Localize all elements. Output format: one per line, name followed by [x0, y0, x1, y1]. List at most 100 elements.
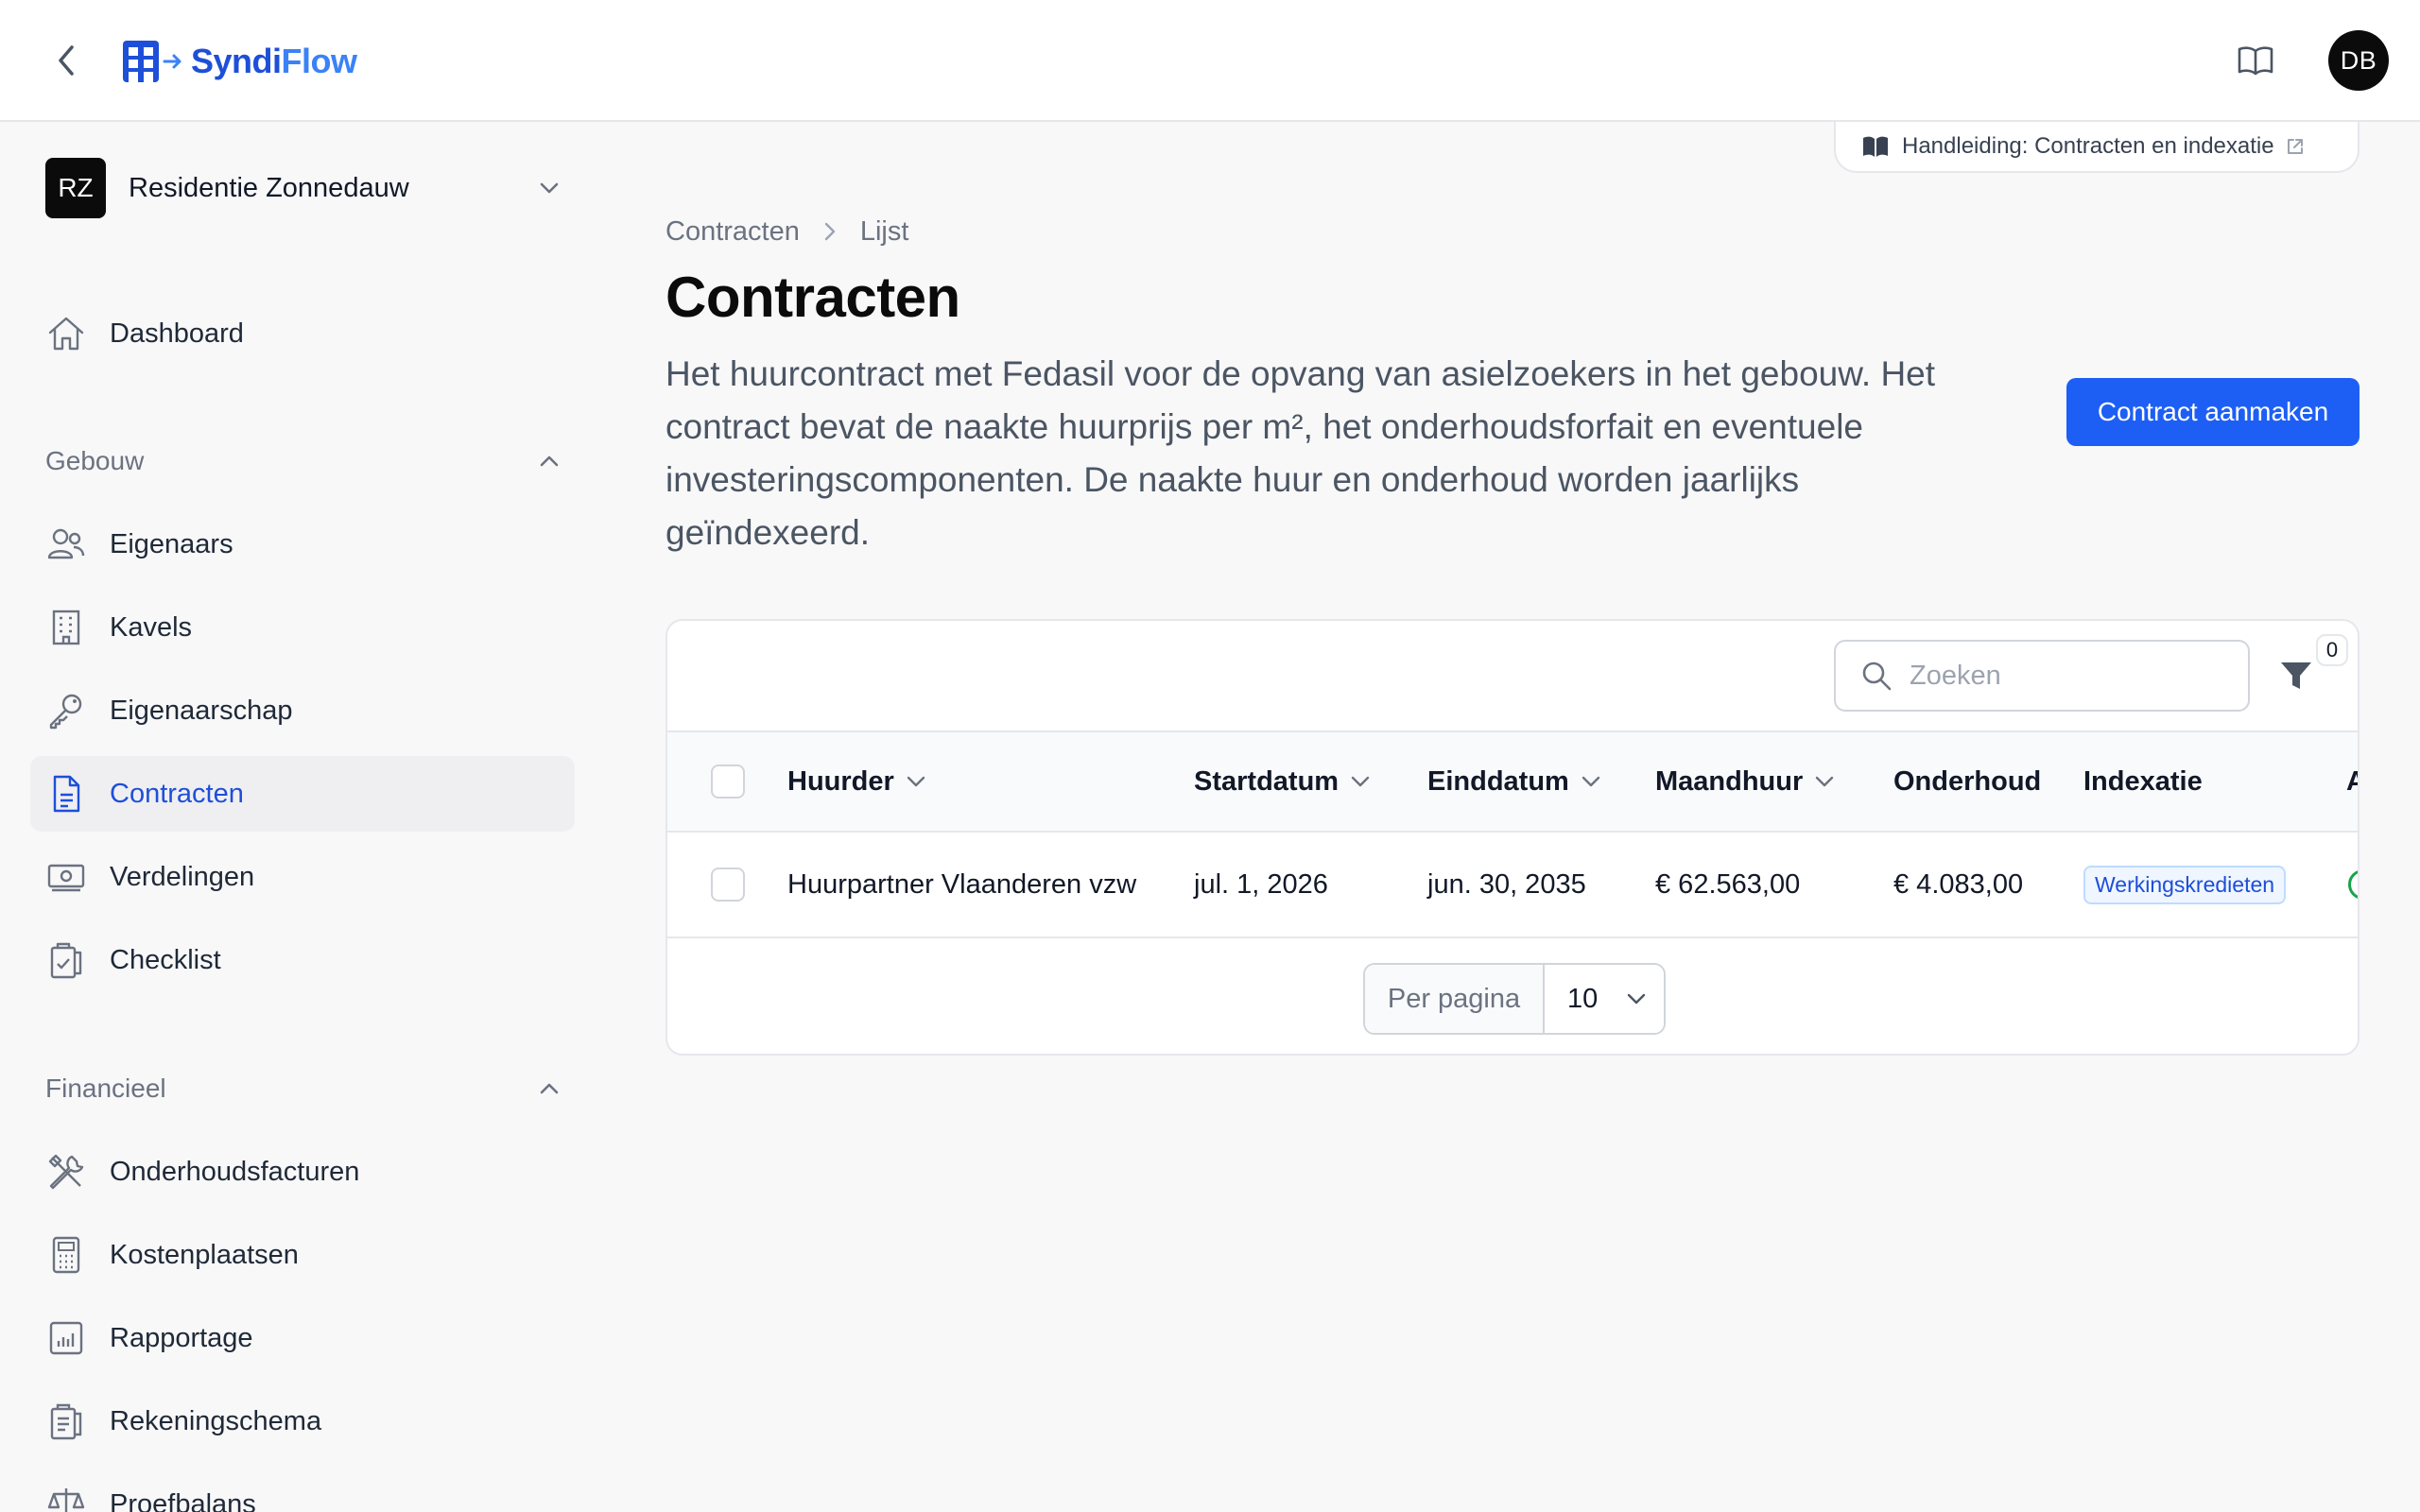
sidebar-item-rekeningschema[interactable]: Rekeningschema: [30, 1383, 575, 1459]
sidebar-item-label: Rapportage: [110, 1322, 253, 1353]
table-row[interactable]: Huurpartner Vlaanderen vzw jul. 1, 2026 …: [667, 833, 2358, 938]
column-header-huurder[interactable]: Huurder: [787, 732, 926, 831]
section-label: Financieel: [45, 1074, 166, 1103]
create-contract-button[interactable]: Contract aanmaken: [2066, 378, 2360, 446]
filter-button[interactable]: [2277, 657, 2315, 695]
column-header-einddatum[interactable]: Einddatum: [1427, 732, 1601, 831]
top-bar: SyndiFlow DB: [0, 0, 2420, 122]
clipboard-check-icon: [45, 939, 87, 981]
user-avatar[interactable]: DB: [2328, 30, 2389, 91]
indexatie-badge: Werkingskredieten: [2083, 865, 2287, 904]
search-input[interactable]: [1910, 660, 2231, 692]
app-logo[interactable]: SyndiFlow: [123, 41, 357, 82]
sidebar-item-dashboard[interactable]: Dashboard: [30, 296, 575, 371]
per-page-select[interactable]: 10: [1545, 965, 1664, 1033]
sidebar-item-kostenplaatsen[interactable]: Kostenplaatsen: [30, 1217, 575, 1293]
sidebar-item-label: Eigenaarschap: [110, 695, 293, 726]
section-financieel-toggle[interactable]: Financieel: [45, 1066, 561, 1111]
column-header-maandhuur[interactable]: Maandhuur: [1655, 732, 1835, 831]
cell-maandhuur: € 62.563,00: [1655, 868, 1801, 900]
back-button[interactable]: [47, 42, 85, 79]
external-link-icon: [2287, 139, 2303, 154]
chevron-right-icon: [822, 220, 838, 243]
tools-icon: [45, 1151, 87, 1193]
sidebar-item-eigenaars[interactable]: Eigenaars: [30, 507, 575, 582]
organization-switcher[interactable]: RZ Residentie Zonnedauw: [45, 158, 561, 218]
sidebar-item-verdelingen[interactable]: Verdelingen: [30, 839, 575, 915]
row-select-cell: [711, 833, 745, 936]
book-open-icon: [2238, 46, 2273, 76]
chevron-up-icon: [540, 1083, 559, 1094]
column-label: Huurder: [787, 765, 894, 797]
org-avatar: RZ: [45, 158, 106, 218]
per-page-control: Per pagina 10: [1363, 963, 1666, 1035]
scale-icon: [45, 1484, 87, 1512]
sidebar-item-contracten[interactable]: Contracten: [30, 756, 575, 832]
per-page-label: Per pagina: [1365, 965, 1545, 1033]
sidebar-item-kavels[interactable]: Kavels: [30, 590, 575, 665]
org-name: Residentie Zonnedauw: [129, 172, 409, 203]
column-label: Startdatum: [1194, 765, 1340, 797]
sidebar: RZ Residentie Zonnedauw Dashboard Gebouw…: [0, 122, 605, 1512]
sidebar-item-rapportage[interactable]: Rapportage: [30, 1300, 575, 1376]
chevron-down-icon: [1627, 993, 1646, 1005]
logo-icon: [123, 41, 182, 82]
filter-count-badge: 0: [2316, 634, 2348, 666]
cell-huurder: Huurpartner Vlaanderen vzw: [787, 868, 1137, 900]
chart-icon: [45, 1317, 87, 1359]
column-header-startdatum[interactable]: Startdatum: [1194, 732, 1371, 831]
guide-link[interactable]: Handleiding: Contracten en indexatie: [1834, 122, 2360, 173]
sidebar-item-checklist[interactable]: Checklist: [30, 922, 575, 998]
building-icon: [45, 607, 87, 648]
row-checkbox[interactable]: [711, 868, 745, 902]
contracts-table: 0 Huurder Startdatum Einddatum Maandhuur…: [666, 619, 2360, 1056]
sidebar-item-label: Eigenaars: [110, 528, 233, 559]
sidebar-item-label: Verdelingen: [110, 861, 255, 892]
page-description: Het huurcontract met Fedasil voor de opv…: [666, 354, 1936, 552]
search-icon: [1862, 662, 1892, 691]
column-label: A: [2346, 766, 2358, 798]
column-label: Maandhuur: [1655, 765, 1804, 797]
breadcrumb-current: Lijst: [859, 215, 909, 247]
sidebar-item-label: Dashboard: [110, 318, 244, 349]
users-icon: [45, 524, 87, 565]
column-label: Einddatum: [1427, 765, 1569, 797]
sidebar-item-label: Kostenplaatsen: [110, 1239, 299, 1270]
sidebar-item-eigenaarschap[interactable]: Eigenaarschap: [30, 673, 575, 748]
sidebar-item-label: Onderhoudsfacturen: [110, 1156, 360, 1187]
calculator-icon: [45, 1234, 87, 1276]
chevron-down-icon: [906, 775, 926, 788]
sidebar-item-label: Contracten: [110, 778, 244, 809]
column-header-indexatie: Indexatie: [2083, 732, 2203, 831]
chevron-down-icon: [1581, 775, 1601, 788]
page-title: Contracten: [666, 266, 960, 329]
column-label: Indexatie: [2083, 765, 2203, 797]
select-all-checkbox[interactable]: [711, 765, 745, 799]
sidebar-item-label: Rekeningschema: [110, 1405, 322, 1436]
documentation-button[interactable]: [2237, 42, 2274, 79]
filter-icon: [2281, 662, 2311, 689]
chevron-down-icon: [1814, 775, 1835, 788]
chevron-down-icon: [1350, 775, 1371, 788]
table-toolbar: 0: [667, 621, 2358, 732]
cell-status: [2348, 833, 2358, 936]
table-header: Huurder Startdatum Einddatum Maandhuur O…: [667, 732, 2358, 833]
sidebar-item-proefbalans[interactable]: Proefbalans: [30, 1467, 575, 1512]
status-indicator: [2348, 869, 2358, 900]
key-icon: [45, 690, 87, 731]
home-icon: [45, 313, 87, 354]
cell-indexatie: Werkingskredieten: [2083, 833, 2287, 936]
cell-einddatum: jun. 30, 2035: [1427, 868, 1586, 900]
sidebar-item-onderhoudsfacturen[interactable]: Onderhoudsfacturen: [30, 1134, 575, 1210]
breadcrumb-root[interactable]: Contracten: [666, 216, 800, 248]
search-box: [1834, 640, 2250, 712]
column-header-onderhoud: Onderhoud: [1893, 732, 2041, 831]
sidebar-item-label: Proefbalans: [110, 1488, 256, 1512]
chevron-up-icon: [540, 455, 559, 467]
select-all-cell: [711, 732, 745, 831]
cell-startdatum: jul. 1, 2026: [1194, 868, 1328, 900]
book-icon: [1863, 136, 1888, 157]
app-name: SyndiFlow: [191, 42, 357, 80]
section-gebouw-toggle[interactable]: Gebouw: [45, 438, 561, 484]
column-label: Onderhoud: [1893, 765, 2042, 797]
